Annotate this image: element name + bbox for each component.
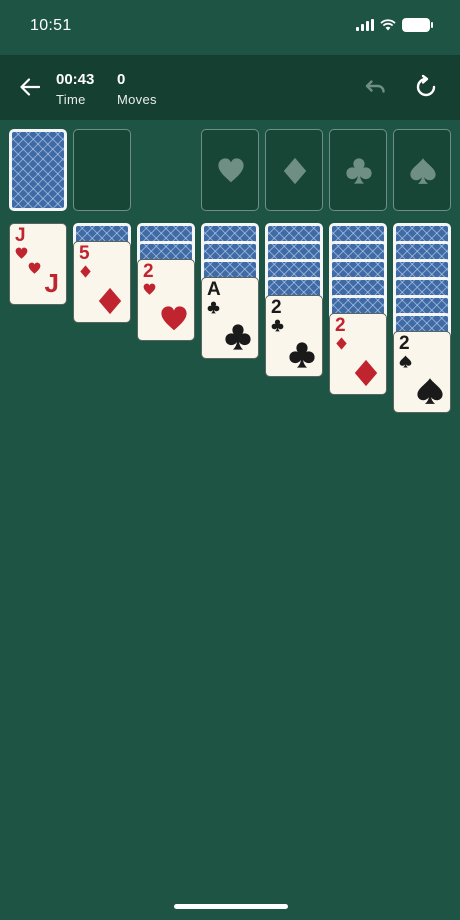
playing-card[interactable]: 2	[329, 313, 387, 395]
moves-label: Moves	[117, 92, 157, 107]
heart-icon	[143, 283, 156, 295]
moves-value: 0	[117, 71, 126, 88]
card-rank: 2	[399, 333, 410, 354]
restart-icon	[416, 74, 436, 97]
playing-card[interactable]: A	[201, 277, 259, 359]
battery-icon	[402, 18, 433, 32]
playing-card[interactable]: 2	[393, 331, 451, 413]
back-button[interactable]	[16, 73, 44, 101]
undo-icon	[365, 80, 385, 93]
spade-icon	[399, 355, 412, 368]
card-rank: 2	[335, 315, 346, 336]
time-value: 00:43	[56, 71, 95, 88]
club-icon	[346, 158, 372, 184]
status-icons	[356, 18, 433, 32]
arrow-left-icon	[20, 78, 40, 96]
card-rank: 5	[79, 243, 90, 264]
time-label: Time	[56, 92, 86, 107]
card-rank: 2	[271, 297, 282, 318]
diamond-icon	[283, 157, 307, 185]
playing-card[interactable]: 2	[137, 259, 195, 341]
playing-card[interactable]: 2	[265, 295, 323, 377]
time-stat: 00:43 Time	[56, 71, 94, 107]
heart-icon	[218, 158, 244, 183]
home-indicator[interactable]	[174, 904, 288, 909]
heart-icon	[28, 262, 41, 274]
club-icon	[289, 342, 315, 368]
status-time: 10:51	[30, 17, 72, 34]
undo-button[interactable]	[362, 75, 388, 101]
spade-icon	[410, 158, 436, 184]
diamond-icon	[336, 337, 347, 350]
club-icon	[271, 319, 284, 332]
card-rank: 2	[143, 261, 154, 282]
diamond-icon	[98, 287, 122, 315]
diamond-icon	[80, 265, 91, 278]
heart-icon	[161, 306, 187, 331]
stock-pile[interactable]	[9, 129, 67, 211]
foundation-diamond[interactable]	[265, 129, 323, 211]
club-icon	[225, 324, 251, 350]
card-face-letter: J	[44, 268, 59, 298]
foundation-heart[interactable]	[201, 129, 259, 211]
foundation-club[interactable]	[329, 129, 387, 211]
playing-card[interactable]: 5	[73, 241, 131, 323]
card-rank: J	[15, 225, 26, 246]
status-bar: 10:51	[0, 0, 460, 55]
foundation-spade[interactable]	[393, 129, 451, 211]
wifi-icon	[380, 19, 396, 31]
playing-card[interactable]: JJ	[9, 223, 67, 305]
heart-icon	[15, 247, 28, 259]
waste-pile[interactable]	[73, 129, 131, 211]
signal-icon	[356, 19, 374, 31]
moves-stat: 0 Moves	[117, 71, 157, 107]
card-rank: A	[207, 279, 221, 300]
restart-button[interactable]	[413, 74, 439, 100]
diamond-icon	[354, 359, 378, 387]
club-icon	[207, 301, 220, 314]
game-header: 00:43 Time 0 Moves	[0, 55, 460, 120]
spade-icon	[417, 378, 443, 404]
